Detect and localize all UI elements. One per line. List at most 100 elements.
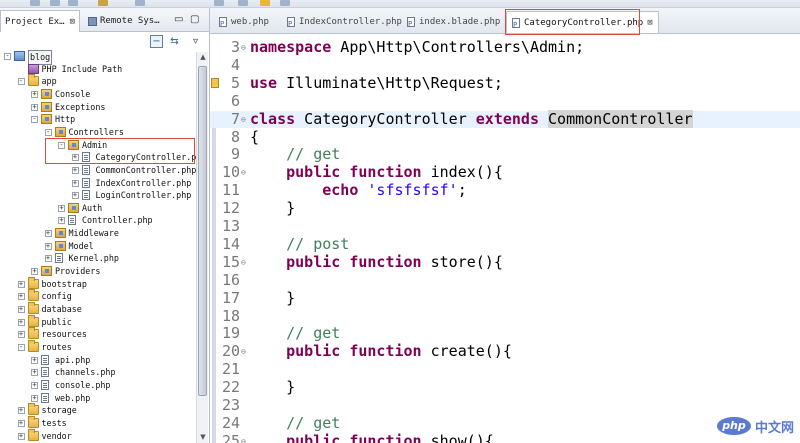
- code-line[interactable]: 24 // get: [210, 414, 800, 433]
- code-line[interactable]: 20 ⊖ public function create(){: [210, 342, 800, 361]
- expand-icon[interactable]: +: [17, 280, 25, 288]
- expand-icon[interactable]: +: [31, 369, 38, 377]
- code-line[interactable]: 6: [210, 92, 800, 111]
- close-icon[interactable]: ⊠: [70, 12, 75, 32]
- code-line[interactable]: 9 // get: [210, 145, 800, 164]
- code-line[interactable]: 5 use Illuminate\Http\Request;: [210, 74, 800, 93]
- tree-item[interactable]: + Exceptions: [0, 101, 196, 114]
- close-icon[interactable]: ⊠: [647, 12, 652, 34]
- code-line[interactable]: 17 }: [210, 289, 800, 308]
- fold-icon[interactable]: ⊖: [241, 39, 246, 57]
- toolbar-icon[interactable]: [135, 0, 145, 6]
- expand-icon[interactable]: +: [44, 255, 52, 263]
- code-line[interactable]: 10 ⊖ public function index(){: [210, 163, 800, 182]
- expand-icon[interactable]: +: [17, 419, 25, 427]
- expand-icon[interactable]: +: [31, 103, 38, 111]
- fold-icon[interactable]: ⊖: [241, 254, 246, 272]
- toolbar-icon[interactable]: [30, 0, 40, 6]
- scroll-thumb[interactable]: [198, 66, 207, 396]
- code-line[interactable]: 22 }: [210, 378, 800, 397]
- tree-item[interactable]: + vendor: [0, 428, 196, 443]
- tree-item[interactable]: + console.php: [0, 379, 196, 392]
- expand-icon[interactable]: +: [17, 407, 25, 415]
- collapse-icon[interactable]: -: [17, 78, 25, 86]
- tree-item[interactable]: - routes: [0, 339, 196, 354]
- code-line[interactable]: 7 ⊖ class CategoryController extends Commo…: [210, 109, 800, 129]
- expand-icon[interactable]: +: [71, 166, 79, 174]
- tree-item[interactable]: + Kernel.php: [0, 252, 196, 265]
- expand-icon[interactable]: +: [58, 204, 65, 212]
- expand-icon[interactable]: +: [31, 268, 38, 276]
- editor-tab-web-php[interactable]: web.php: [214, 11, 274, 35]
- collapse-icon[interactable]: -: [4, 53, 11, 60]
- tab-remote-systems[interactable]: Remote Sys…: [84, 10, 164, 32]
- toolbar-icon[interactable]: [68, 0, 78, 6]
- collapse-all-icon[interactable]: −: [150, 35, 163, 48]
- code-line[interactable]: 14 // post: [210, 235, 800, 254]
- minimize-icon[interactable]: ▭: [174, 14, 183, 26]
- code-line[interactable]: 4: [210, 56, 800, 75]
- code-line[interactable]: 13: [210, 217, 800, 236]
- tree-scrollbar[interactable]: ▲ ▼: [196, 52, 208, 443]
- maximize-icon[interactable]: ▢: [190, 14, 199, 26]
- expand-icon[interactable]: +: [17, 293, 25, 301]
- tree-item[interactable]: + Auth: [0, 202, 196, 215]
- collapse-icon[interactable]: -: [58, 141, 65, 149]
- tree-item[interactable]: + CategoryController.php: [0, 151, 196, 164]
- editor-tab-categorycontroller[interactable]: CategoryController.php ⊠: [506, 11, 659, 36]
- expand-icon[interactable]: +: [44, 230, 52, 238]
- toolbar-icon[interactable]: [260, 0, 270, 6]
- view-menu-icon[interactable]: ▿: [189, 35, 202, 48]
- expand-icon[interactable]: +: [31, 394, 38, 402]
- expand-icon[interactable]: +: [71, 154, 79, 162]
- tree-item[interactable]: + Console: [0, 88, 196, 101]
- link-with-editor-icon[interactable]: ⇆: [168, 35, 181, 48]
- toolbar-icon[interactable]: [238, 0, 248, 6]
- expand-icon[interactable]: +: [31, 381, 38, 389]
- toolbar-icon[interactable]: [280, 0, 290, 6]
- collapse-icon[interactable]: -: [31, 116, 38, 124]
- tree-item[interactable]: + CommonController.php: [0, 164, 196, 177]
- tree-item[interactable]: - Controllers: [0, 126, 196, 139]
- code-line[interactable]: 19 // get: [210, 324, 800, 343]
- fold-icon[interactable]: ⊖: [241, 343, 246, 361]
- code-line[interactable]: 15 ⊖ public function store(){: [210, 253, 800, 272]
- code-line[interactable]: 23: [210, 396, 800, 415]
- tree-item[interactable]: + api.php: [0, 354, 196, 367]
- tab-project-explorer[interactable]: Project Ex… ⊠: [0, 10, 81, 32]
- tree-item[interactable]: + Middleware: [0, 227, 196, 240]
- fold-icon[interactable]: ⊖: [241, 433, 246, 443]
- collapse-icon[interactable]: -: [44, 128, 52, 136]
- code-line[interactable]: 21: [210, 360, 800, 379]
- scroll-down-icon[interactable]: ▼: [197, 432, 209, 443]
- tree-item[interactable]: - Http: [0, 113, 196, 126]
- fold-icon[interactable]: ⊖: [241, 164, 246, 182]
- tree-item[interactable]: - app: [0, 74, 196, 88]
- tree-item[interactable]: + IndexController.php: [0, 177, 196, 190]
- code-line[interactable]: 3 ⊖ namespace App\Http\Controllers\Admin;: [210, 38, 800, 57]
- expand-icon[interactable]: +: [17, 306, 25, 313]
- code-line[interactable]: 25 ⊖ public function show(){: [210, 432, 800, 443]
- tree-item[interactable]: + channels.php: [0, 366, 196, 379]
- marker-icon[interactable]: [211, 77, 219, 88]
- code-line[interactable]: 8{: [210, 128, 800, 147]
- expand-icon[interactable]: +: [58, 217, 65, 225]
- editor-tab-index-blade[interactable]: index.blade.php: [402, 11, 505, 35]
- expand-icon[interactable]: +: [17, 432, 25, 440]
- code-line[interactable]: 18: [210, 307, 800, 326]
- code-line[interactable]: 11 echo 'sfsfsfsf';: [210, 181, 800, 200]
- editor-tab-indexcontroller[interactable]: IndexController.php: [282, 11, 407, 35]
- tree-item[interactable]: - blog: [0, 50, 196, 65]
- expand-icon[interactable]: +: [71, 192, 79, 200]
- tree-item[interactable]: + LoginController.php: [0, 189, 196, 202]
- expand-icon[interactable]: +: [71, 179, 79, 187]
- tree-item[interactable]: + Model: [0, 240, 196, 253]
- code-line[interactable]: 16: [210, 271, 800, 290]
- tree-item[interactable]: + Controller.php: [0, 214, 196, 227]
- expand-icon[interactable]: +: [17, 318, 25, 326]
- expand-icon[interactable]: +: [31, 90, 38, 98]
- expand-icon[interactable]: +: [44, 242, 52, 250]
- code-area[interactable]: 3 ⊖ namespace App\Http\Controllers\Admin; 4…: [210, 34, 800, 443]
- toolbar-icon[interactable]: [98, 0, 108, 6]
- scroll-up-icon[interactable]: ▲: [197, 52, 209, 63]
